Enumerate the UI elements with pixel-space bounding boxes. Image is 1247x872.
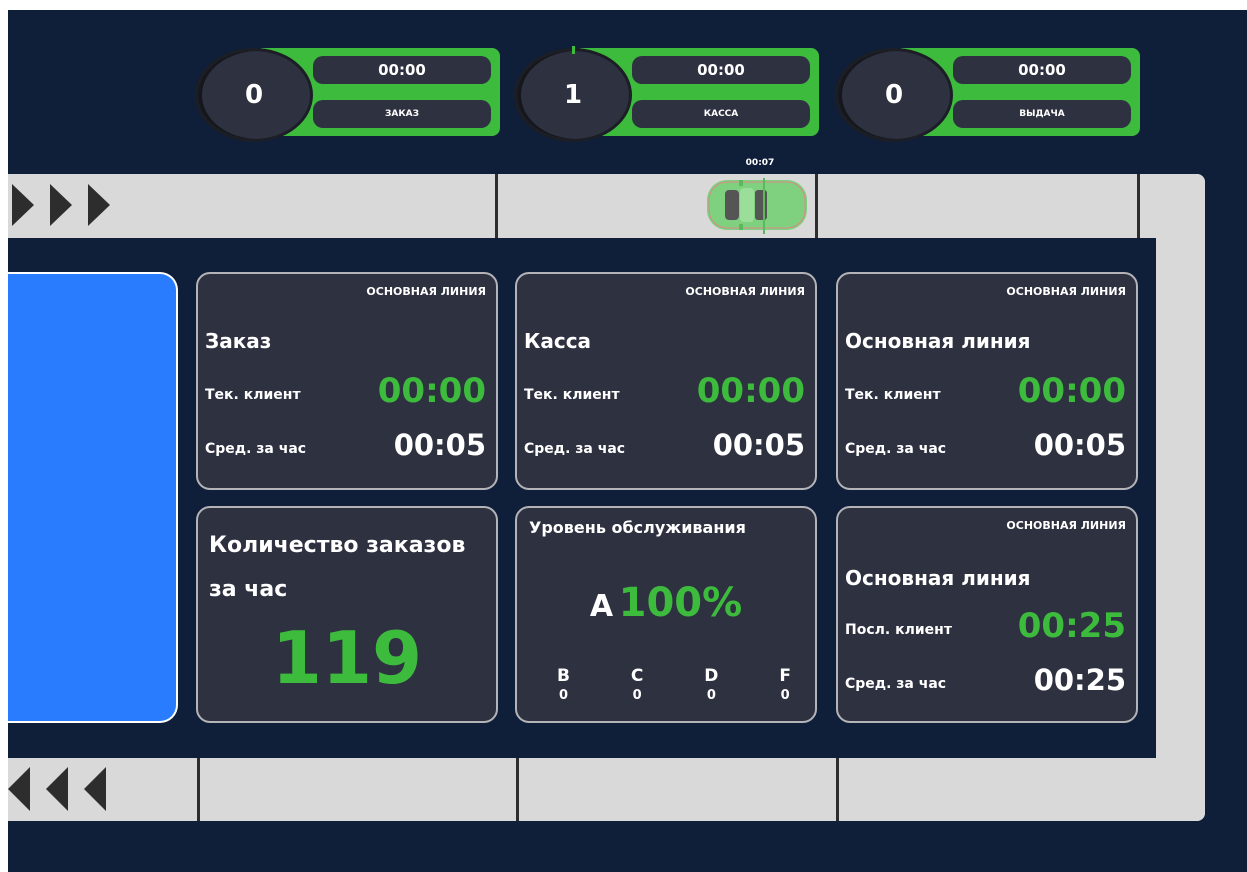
avg-label: Сред. за час (205, 441, 307, 457)
last-client-time: 00:25 (1017, 606, 1126, 646)
grade-value: 0 (706, 688, 716, 703)
card-title: Заказ (205, 329, 272, 353)
card-tag: ОСНОВНАЯ ЛИНИЯ (685, 285, 805, 298)
counter-order: 00:00 ЗАКАЗ 0 (195, 48, 500, 142)
avg-label: Сред. за час (524, 441, 626, 457)
counter-pickup: 00:00 ВЫДАЧА 0 (835, 48, 1140, 142)
blue-panel (8, 272, 178, 723)
grade-letter: C (630, 666, 644, 686)
avg-time: 00:05 (393, 428, 486, 462)
grade-value: 0 (780, 688, 790, 703)
service-level-card: Уровень обслуживания A 100% B 0 C 0 D 0 … (515, 506, 817, 723)
lane-divider (197, 758, 200, 821)
counter-label: КАССА (632, 100, 810, 128)
current-client-time: 00:00 (696, 371, 805, 411)
lane-divider (1137, 174, 1140, 238)
counter-time: 00:00 (632, 56, 810, 84)
counter-label: ЗАКАЗ (313, 100, 491, 128)
current-client-label: Тек. клиент (845, 387, 941, 403)
lane-divider (516, 758, 519, 821)
car-icon[interactable] (707, 178, 809, 238)
service-grade: A (589, 589, 614, 624)
current-client-time: 00:00 (377, 371, 486, 411)
service-title: Уровень обслуживания (529, 518, 746, 537)
chevron-left-icon (8, 767, 106, 811)
progress-tick (572, 46, 575, 54)
last-client-card: ОСНОВНАЯ ЛИНИЯ Основная линия Посл. клие… (836, 506, 1138, 723)
last-client-label: Посл. клиент (845, 622, 952, 638)
grade-item: C 0 (631, 666, 643, 703)
counter-count: 1 (514, 48, 632, 142)
lane-top (8, 174, 1205, 238)
avg-label: Сред. за час (845, 441, 947, 457)
lane-divider (495, 174, 498, 238)
lane-bottom (8, 758, 1205, 821)
counter-cashier: 00:00 КАССА 1 (514, 48, 819, 142)
orders-per-hour-card: Количество заказов за час 119 (196, 506, 498, 723)
station-card-order: ОСНОВНАЯ ЛИНИЯ Заказ Тек. клиент 00:00 С… (196, 272, 498, 490)
grade-item: D 0 (704, 666, 718, 703)
avg-label: Сред. за час (845, 676, 947, 692)
counter-count: 0 (835, 48, 953, 142)
card-tag: ОСНОВНАЯ ЛИНИЯ (366, 285, 486, 298)
service-score: A 100% (517, 580, 815, 626)
grade-letter: D (704, 666, 719, 686)
station-card-mainline: ОСНОВНАЯ ЛИНИЯ Основная линия Тек. клиен… (836, 272, 1138, 490)
grade-letter: F (779, 666, 791, 686)
avg-time: 00:05 (712, 428, 805, 462)
orders-count: 119 (271, 616, 423, 700)
direction-arrows-left (8, 767, 112, 811)
avg-time: 00:05 (1033, 428, 1126, 462)
counter-time: 00:00 (953, 56, 1131, 84)
current-client-label: Тек. клиент (524, 387, 620, 403)
card-title: Основная линия (845, 329, 1031, 353)
lane-right (1156, 174, 1205, 821)
service-percent: 100% (618, 580, 743, 626)
chevron-right-icon (12, 184, 110, 226)
card-title: Касса (524, 329, 592, 353)
avg-time: 00:25 (1033, 663, 1126, 697)
station-card-cashier: ОСНОВНАЯ ЛИНИЯ Касса Тек. клиент 00:00 С… (515, 272, 817, 490)
grade-item: F 0 (779, 666, 791, 703)
current-client-label: Тек. клиент (205, 387, 301, 403)
grade-item: B 0 (557, 666, 570, 703)
grade-letter: B (557, 666, 570, 686)
grade-value: 0 (632, 688, 642, 703)
car-timer: 00:07 (745, 158, 775, 168)
counter-count: 0 (195, 48, 313, 142)
card-tag: ОСНОВНАЯ ЛИНИЯ (1006, 519, 1126, 532)
card-tag: ОСНОВНАЯ ЛИНИЯ (1006, 285, 1126, 298)
orders-title: Количество заказов за час (209, 533, 466, 602)
direction-arrows-right (12, 184, 116, 226)
current-client-time: 00:00 (1017, 371, 1126, 411)
lane-divider (836, 758, 839, 821)
grade-breakdown: B 0 C 0 D 0 F 0 (557, 666, 791, 703)
counter-time: 00:00 (313, 56, 491, 84)
card-title: Основная линия (845, 566, 1031, 590)
lane-divider (815, 174, 818, 238)
grade-value: 0 (558, 688, 568, 703)
counter-label: ВЫДАЧА (953, 100, 1131, 128)
